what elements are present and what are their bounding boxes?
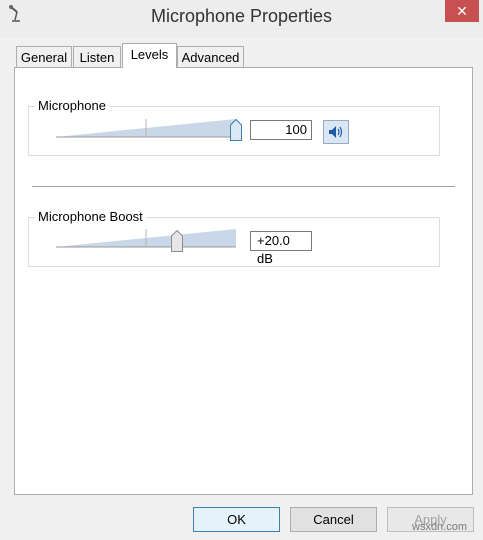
microphone-level-field[interactable]: 100 [250, 120, 312, 140]
cancel-button[interactable]: Cancel [290, 507, 377, 532]
close-button[interactable]: ✕ [445, 0, 479, 22]
microphone-label: Microphone [35, 98, 109, 113]
mute-button[interactable] [323, 120, 349, 144]
tab-advanced[interactable]: Advanced [177, 46, 244, 68]
boost-level-field[interactable]: +20.0 dB [250, 231, 312, 266]
tab-general[interactable]: General [16, 46, 72, 68]
microphone-slider[interactable] [56, 117, 246, 139]
boost-slider[interactable] [56, 227, 246, 249]
window-title: Microphone Properties [150, 6, 333, 26]
close-icon: ✕ [456, 3, 468, 19]
watermark: wsxdn.com [412, 521, 468, 533]
boost-slider-thumb[interactable] [170, 230, 183, 252]
title-bar: Microphone Properties ✕ [0, 0, 483, 38]
microphone-slider-thumb[interactable] [230, 119, 242, 141]
tab-levels[interactable]: Levels [122, 43, 177, 68]
ok-button[interactable]: OK [193, 507, 280, 532]
boost-label: Microphone Boost [35, 209, 146, 224]
tab-listen[interactable]: Listen [73, 46, 121, 68]
speaker-icon [329, 126, 343, 138]
separator [32, 186, 455, 188]
